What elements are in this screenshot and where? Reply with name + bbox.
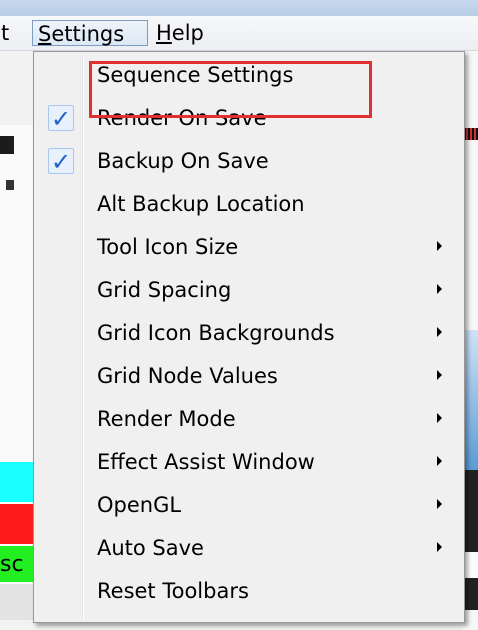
submenu-arrow-icon xyxy=(437,327,442,337)
menu-item-label: Grid Node Values xyxy=(97,364,278,388)
ruler-fragment xyxy=(6,180,14,190)
menu-item-effect-assist-window[interactable]: Effect Assist Window xyxy=(36,442,462,485)
checkmark-icon: ✓ xyxy=(48,105,74,132)
menu-item-reset-toolbars[interactable]: Reset Toolbars xyxy=(36,571,462,614)
menu-item-label: Auto Save xyxy=(97,536,204,560)
menu-help-rest: elp xyxy=(171,21,204,45)
menu-item-label: Grid Icon Backgrounds xyxy=(97,321,335,345)
menu-item-label: Backup On Save xyxy=(97,149,269,173)
menu-item-sequence-settings[interactable]: Sequence Settings xyxy=(36,55,462,98)
menu-item-label: Render Mode xyxy=(97,407,236,431)
menu-item-label: Render On Save xyxy=(97,106,267,130)
menu-settings[interactable]: Settings xyxy=(32,20,148,46)
menu-item-tool-icon-size[interactable]: Tool Icon Size xyxy=(36,227,462,270)
menu-item-backup-on-save[interactable]: ✓ Backup On Save xyxy=(36,141,462,184)
menu-item-label: Alt Backup Location xyxy=(97,192,305,216)
menu-item-grid-icon-backgrounds[interactable]: Grid Icon Backgrounds xyxy=(36,313,462,356)
submenu-arrow-icon xyxy=(437,370,442,380)
menu-item-label: Reset Toolbars xyxy=(97,579,249,603)
checkmark-icon: ✓ xyxy=(48,148,74,175)
menu-help-accelerator: H xyxy=(156,21,172,45)
row-color-red[interactable] xyxy=(0,504,36,544)
settings-dropdown-menu: Sequence Settings ✓ Render On Save ✓ Backup … xyxy=(33,51,465,623)
menu-item-label: Sequence Settings xyxy=(97,63,294,87)
menu-item-grid-node-values[interactable]: Grid Node Values xyxy=(36,356,462,399)
menu-item-grid-spacing[interactable]: Grid Spacing xyxy=(36,270,462,313)
menu-item-label: Tool Icon Size xyxy=(97,235,239,259)
menu-item-alt-backup-location[interactable]: Alt Backup Location xyxy=(36,184,462,227)
menu-item-render-mode[interactable]: Render Mode xyxy=(36,399,462,442)
submenu-arrow-icon xyxy=(437,499,442,509)
menu-settings-rest: ettings xyxy=(51,22,125,46)
submenu-arrow-icon xyxy=(437,456,442,466)
menu-settings-accelerator: S xyxy=(38,22,52,46)
menu-item-opengl[interactable]: OpenGL xyxy=(36,485,462,528)
submenu-arrow-icon xyxy=(437,542,442,552)
grid-fragment xyxy=(463,470,478,610)
submenu-arrow-icon xyxy=(437,241,442,251)
menu-help[interactable]: Help xyxy=(151,20,221,46)
window-title-strip xyxy=(0,0,478,16)
menu-item-render-on-save[interactable]: ✓ Render On Save xyxy=(36,98,462,141)
menu-file-partial-label: t xyxy=(1,21,10,45)
menu-bar: t Settings Help xyxy=(0,16,478,51)
submenu-arrow-icon xyxy=(437,413,442,423)
menu-file-partial[interactable]: t xyxy=(0,20,14,46)
submenu-arrow-icon xyxy=(437,284,442,294)
row-color-cyan[interactable] xyxy=(0,462,36,502)
row-label-partial: sc xyxy=(0,552,24,577)
toolbar-fragment xyxy=(0,136,14,154)
toolbar-stripe xyxy=(464,128,478,140)
row-color-gray[interactable] xyxy=(0,584,36,620)
menu-item-auto-save[interactable]: Auto Save xyxy=(36,528,462,571)
menu-item-label: OpenGL xyxy=(97,493,182,517)
menu-item-label: Grid Spacing xyxy=(97,278,232,302)
menu-item-label: Effect Assist Window xyxy=(97,450,315,474)
waveform-fragment xyxy=(463,330,478,470)
grid-cell-fragment xyxy=(464,552,478,578)
